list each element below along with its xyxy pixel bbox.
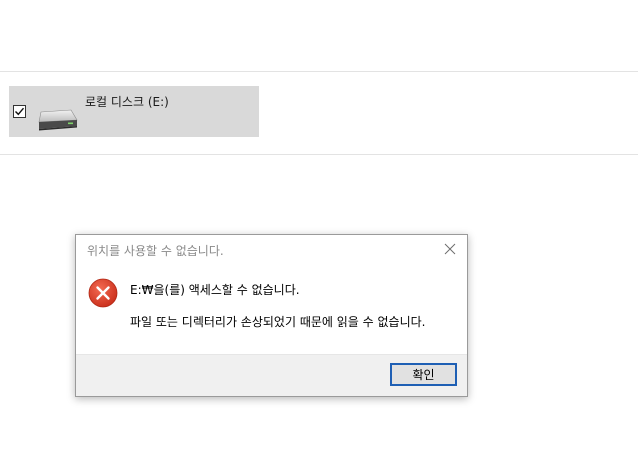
error-message-primary: E:₩을(를) 액세스할 수 없습니다. xyxy=(130,283,300,297)
dialog-title: 위치를 사용할 수 없습니다. xyxy=(87,244,224,258)
divider-bottom xyxy=(0,154,638,155)
drive-tile-e[interactable]: 로컬 디스크 (E:) xyxy=(9,86,259,137)
hard-drive-icon xyxy=(38,109,78,131)
error-message-secondary: 파일 또는 디렉터리가 손상되었기 때문에 읽을 수 없습니다. xyxy=(130,315,426,329)
error-dialog: 위치를 사용할 수 없습니다. E:₩을(를) 액세스할 수 없습니다. 파일 … xyxy=(75,234,468,397)
divider-top xyxy=(0,71,638,72)
dialog-footer: 확인 xyxy=(76,354,467,396)
close-icon xyxy=(444,243,456,255)
error-icon xyxy=(88,278,118,308)
drive-checkbox[interactable] xyxy=(13,105,26,118)
checkmark-icon xyxy=(15,107,25,116)
ok-button[interactable]: 확인 xyxy=(390,363,457,386)
drive-label: 로컬 디스크 (E:) xyxy=(85,95,169,109)
dialog-close-button[interactable] xyxy=(437,238,463,260)
